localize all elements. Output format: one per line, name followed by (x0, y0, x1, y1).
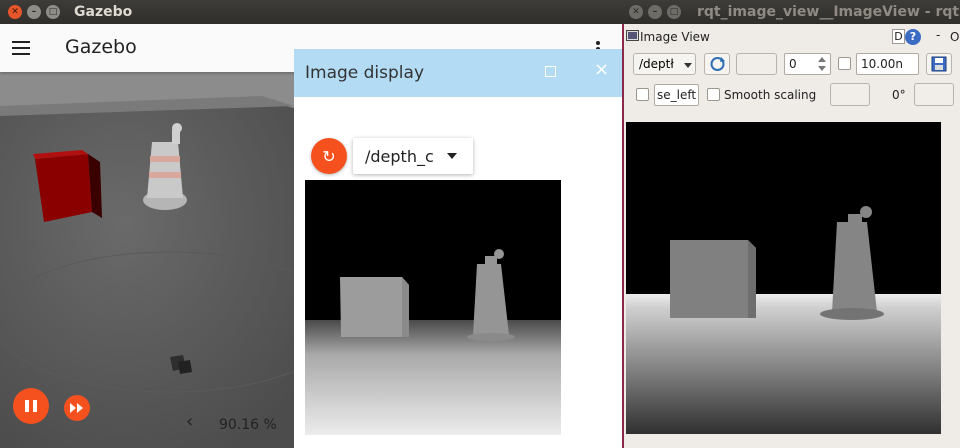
rotate-left-button[interactable] (830, 83, 870, 106)
close-window-button[interactable]: ✕ (8, 5, 22, 19)
blank-field-1[interactable] (736, 53, 777, 75)
number-spinbox[interactable]: 0 (784, 53, 831, 75)
chevron-down-icon (447, 153, 457, 159)
topic-combobox[interactable]: /deptł (633, 53, 696, 75)
close-plugin-button[interactable]: O (950, 30, 959, 44)
image-display-panel: Image display × ↻ /depth_c (294, 49, 622, 448)
refresh-topics-button[interactable] (704, 53, 730, 75)
maximize-panel-icon[interactable] (545, 66, 556, 77)
save-image-button[interactable] (926, 53, 952, 75)
max-range-spinbox[interactable]: 10.00n (856, 53, 919, 75)
fast-forward-button[interactable] (64, 395, 90, 421)
refresh-icon: ↻ (322, 146, 336, 166)
combobox-arrow-icon (684, 63, 692, 68)
smooth-scaling-checkbox[interactable] (707, 88, 720, 101)
rotate-right-button[interactable] (914, 83, 954, 106)
close-panel-icon[interactable]: × (594, 59, 609, 80)
gazebo-titlebar: ✕ – □ Gazebo (0, 0, 622, 24)
dock-d-button[interactable]: D (892, 29, 905, 44)
minimize-window-button[interactable]: – (27, 5, 41, 19)
red-box-model (33, 150, 102, 222)
image-display-header: Image display × (294, 49, 622, 97)
depth-image-view (305, 180, 561, 435)
topic-combobox-value: /deptł (639, 57, 674, 71)
back-chevron[interactable]: ‹ (186, 413, 193, 431)
fast-forward-icon (70, 403, 83, 413)
range-checkbox[interactable] (838, 57, 851, 70)
rqt-image-view-window: Image View D ? - O /deptł 0 10.00n se_le… (622, 24, 960, 448)
help-icon[interactable]: ? (905, 29, 921, 45)
pause-icon (25, 400, 37, 412)
hamburger-menu-icon[interactable] (12, 37, 30, 59)
max-range-value: 10.00n (861, 57, 903, 71)
refresh-icon (710, 57, 725, 71)
rqt-close-button[interactable]: ✕ (629, 5, 643, 19)
save-icon (931, 56, 947, 72)
refresh-button[interactable]: ↻ (311, 138, 347, 174)
plugin-title: Image View (640, 30, 710, 44)
rqt-minimize-button[interactable]: – (648, 5, 662, 19)
mouse-publish-checkbox[interactable] (636, 88, 649, 101)
rotation-label: 0° (892, 88, 906, 102)
rqt-maximize-button[interactable]: □ (667, 5, 681, 19)
maximize-window-button[interactable]: □ (46, 5, 60, 19)
spin-arrows-icon[interactable] (818, 57, 826, 71)
topic-select-value: /depth_c (365, 146, 434, 166)
rqt-titlebar: ✕ – □ rqt_image_view__ImageView - rqt (622, 0, 960, 24)
topic-select[interactable]: /depth_c (353, 138, 473, 174)
panel-title: Image display (305, 63, 425, 83)
mouse-topic-value: se_left (657, 88, 697, 102)
minimize-plugin-button[interactable]: - (936, 28, 940, 42)
image-view-plugin-icon (626, 30, 639, 41)
rqt-window-title: rqt_image_view__ImageView - rqt (697, 4, 960, 20)
gazebo-window-title: Gazebo (74, 4, 133, 20)
mouse-topic-field[interactable]: se_left (654, 84, 699, 106)
number-spinbox-value: 0 (789, 57, 797, 71)
rqt-depth-image (626, 122, 941, 434)
real-time-factor: 90.16 % (219, 417, 277, 433)
pause-button[interactable] (13, 388, 49, 424)
app-title: Gazebo (65, 36, 137, 58)
smooth-scaling-label: Smooth scaling (724, 88, 817, 102)
